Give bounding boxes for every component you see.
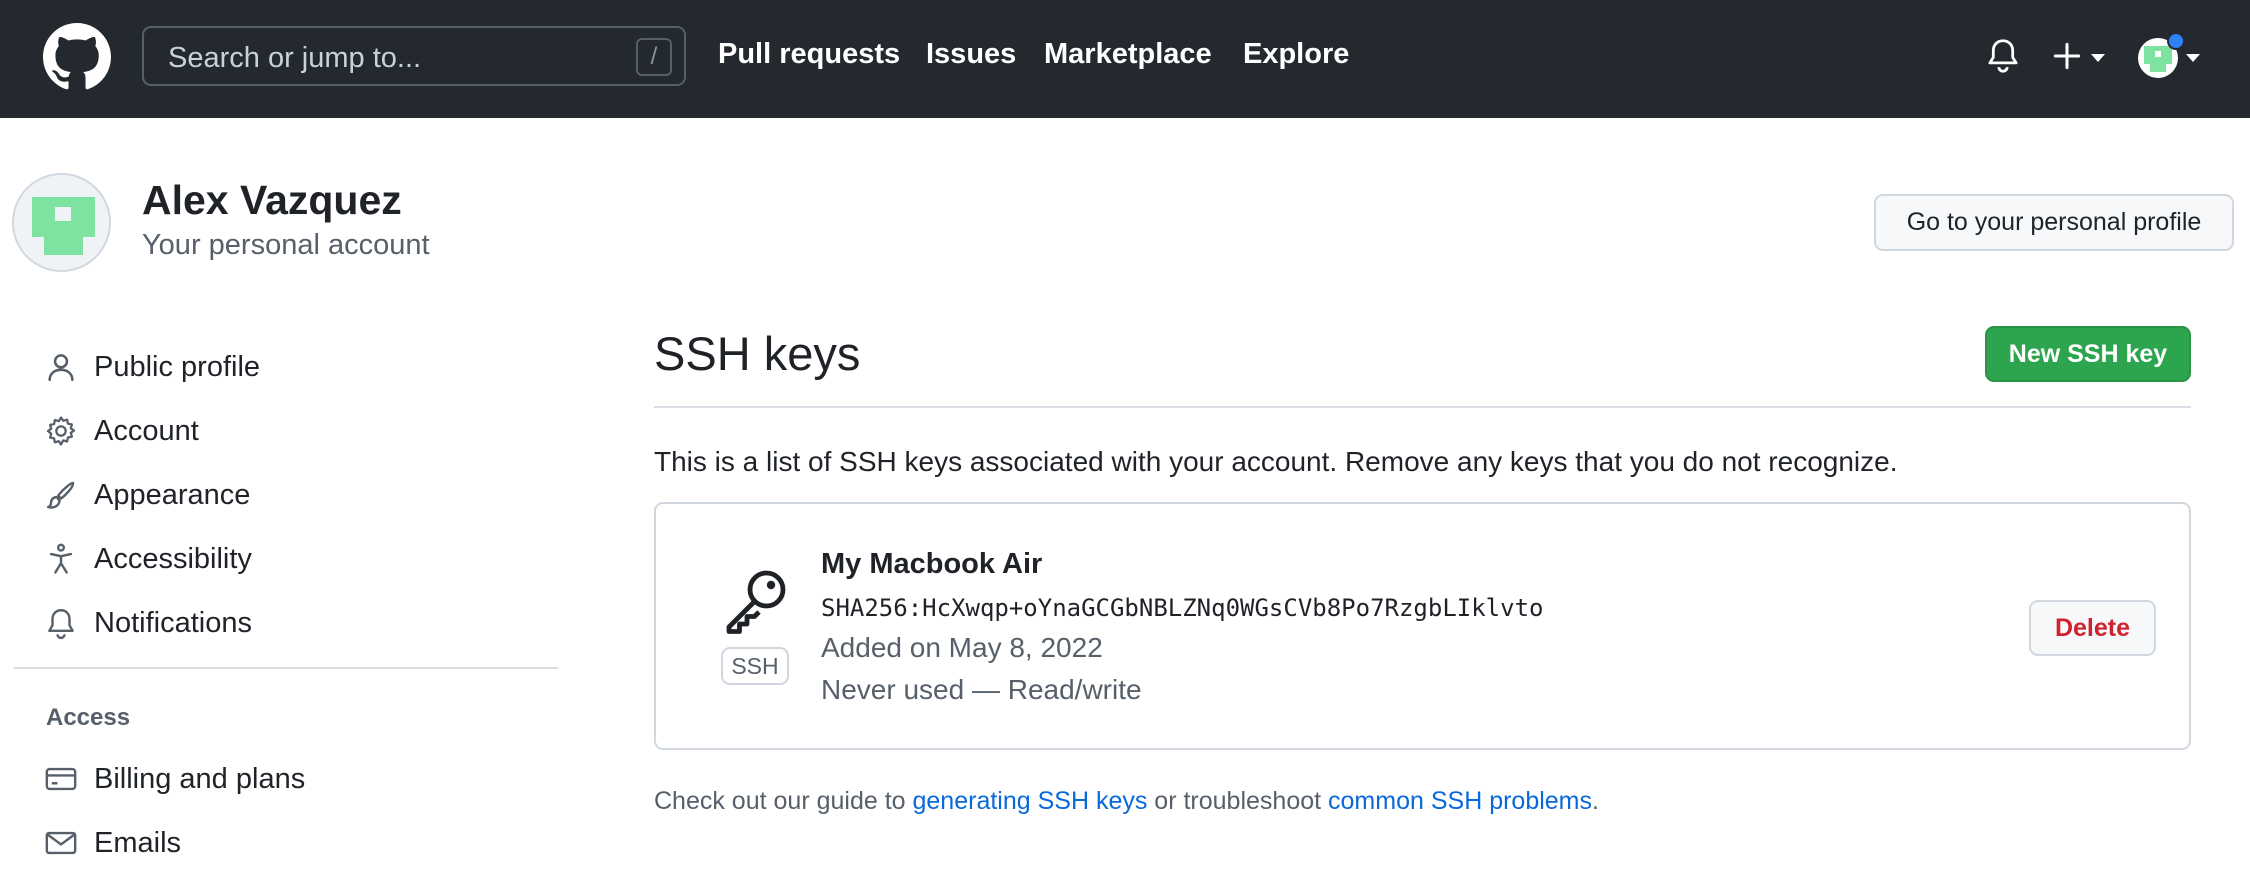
search-input[interactable]: Search or jump to... / <box>142 26 686 86</box>
common-ssh-problems-link[interactable]: common SSH problems <box>1328 787 1592 815</box>
ssh-guide-text: Check out our guide to generating SSH ke… <box>654 787 1599 816</box>
gear-icon <box>46 416 76 446</box>
credit-card-icon <box>45 767 77 791</box>
guide-suffix: . <box>1592 787 1599 815</box>
sidebar-item-accessibility[interactable]: Accessibility <box>44 534 554 582</box>
plus-icon[interactable] <box>2053 42 2081 70</box>
nav-issues[interactable]: Issues <box>926 38 1016 71</box>
sidebar-section-heading: Access <box>46 704 131 731</box>
account-subtitle: Your personal account <box>142 229 430 261</box>
new-ssh-key-button[interactable]: New SSH key <box>1985 326 2191 382</box>
ssh-key-usage: Never used — Read/write <box>821 674 1142 705</box>
top-header: Search or jump to... / Pull requests Iss… <box>0 0 2250 118</box>
accessibility-icon <box>49 543 73 574</box>
github-logo-icon[interactable] <box>43 23 111 91</box>
nav-marketplace[interactable]: Marketplace <box>1044 38 1212 71</box>
sidebar-item-label: Emails <box>94 827 182 859</box>
ssh-key-added-date: Added on May 8, 2022 <box>821 632 1103 663</box>
ssh-keys-description: This is a list of SSH keys associated wi… <box>654 446 1898 477</box>
sidebar-item-public-profile[interactable]: Public profile <box>44 342 554 390</box>
sidebar-item-label: Notifications <box>94 607 252 639</box>
mail-icon <box>45 831 77 855</box>
sidebar-item-label: Accessibility <box>94 543 252 575</box>
chevron-down-icon[interactable] <box>2089 52 2107 64</box>
user-avatar <box>12 173 111 272</box>
ssh-key-list-item: SSH My Macbook Air SHA256:HcXwqp+oYnaGCG… <box>654 502 2191 750</box>
generating-ssh-keys-link[interactable]: generating SSH keys <box>913 787 1148 815</box>
sidebar-divider <box>14 667 558 669</box>
bell-icon <box>48 609 74 640</box>
guide-middle: or troubleshoot <box>1147 787 1329 815</box>
ssh-key-fingerprint: SHA256:HcXwqp+oYnaGCGbNBLZNq0WGsCVb8Po7R… <box>821 594 1544 622</box>
page-title: SSH keys <box>654 327 861 380</box>
guide-prefix: Check out our guide to <box>654 787 913 815</box>
delete-key-button[interactable]: Delete <box>2029 600 2156 656</box>
chevron-down-icon[interactable] <box>2184 52 2202 64</box>
ssh-key-title: My Macbook Air <box>821 548 1043 580</box>
sidebar-item-billing[interactable]: Billing and plans <box>44 754 554 802</box>
nav-pull-requests[interactable]: Pull requests <box>718 38 900 71</box>
search-shortcut-key: / <box>636 38 672 76</box>
sidebar-item-label: Billing and plans <box>94 763 306 795</box>
sidebar-item-emails[interactable]: Emails <box>44 818 554 866</box>
bell-icon[interactable] <box>1986 38 2020 74</box>
sidebar-item-appearance[interactable]: Appearance <box>44 470 554 518</box>
sidebar-item-label: Public profile <box>94 351 261 383</box>
go-to-profile-button[interactable]: Go to your personal profile <box>1874 194 2234 251</box>
sidebar-item-account[interactable]: Account <box>44 406 554 454</box>
notification-dot <box>2167 32 2185 50</box>
sidebar-item-label: Account <box>94 415 199 447</box>
title-divider <box>654 406 2191 408</box>
sidebar-item-label: Appearance <box>94 479 251 511</box>
sidebar-item-notifications[interactable]: Notifications <box>44 598 554 646</box>
person-icon <box>48 354 74 382</box>
nav-explore[interactable]: Explore <box>1243 38 1349 71</box>
paintbrush-icon <box>47 481 75 509</box>
ssh-badge: SSH <box>721 647 789 685</box>
identicon-icon <box>14 175 109 270</box>
user-name: Alex Vazquez <box>142 177 402 223</box>
search-placeholder: Search or jump to... <box>168 42 422 74</box>
key-icon <box>726 570 786 634</box>
